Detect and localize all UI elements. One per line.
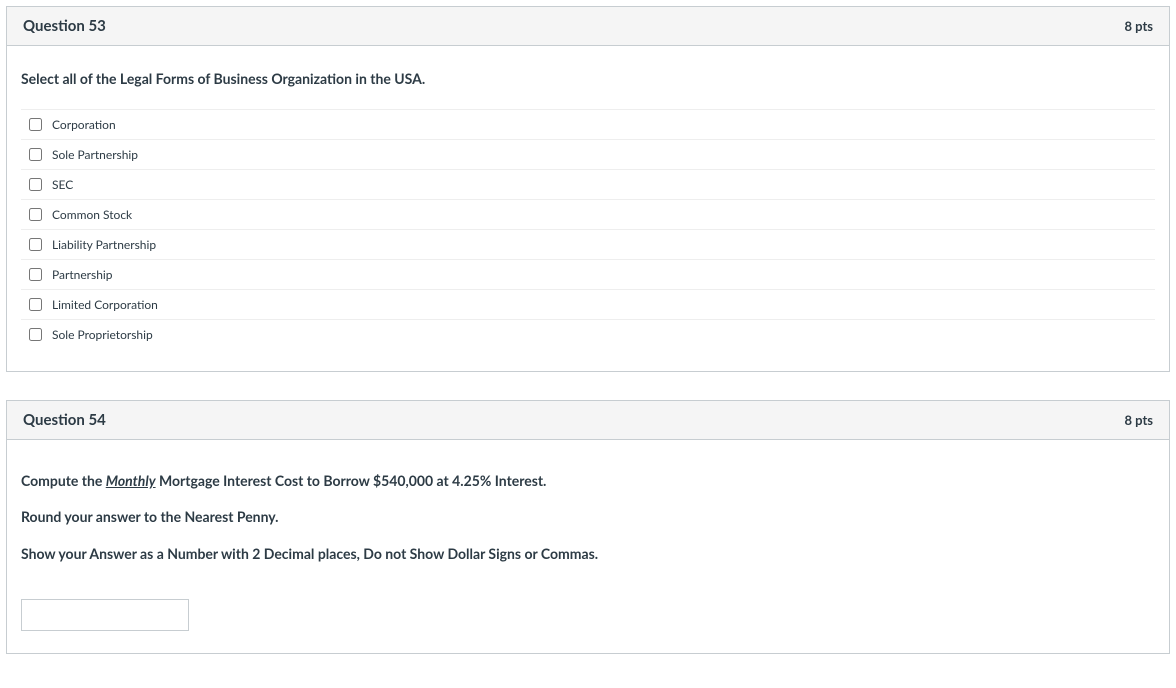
question-53-header: Question 53 8 pts — [7, 7, 1169, 46]
question-54-points: 8 pts — [1124, 412, 1153, 428]
answer-checkbox[interactable] — [29, 298, 42, 311]
prompt-monthly: Monthly — [106, 472, 156, 489]
answer-option[interactable]: Limited Corporation — [21, 290, 1155, 320]
answer-input[interactable] — [21, 599, 189, 631]
answer-checkbox[interactable] — [29, 238, 42, 251]
answer-label: Common Stock — [52, 207, 132, 222]
answer-option[interactable]: Partnership — [21, 260, 1155, 290]
question-53-prompt: Select all of the Legal Forms of Busines… — [21, 70, 1155, 87]
question-54-prompt-line2: Round your answer to the Nearest Penny. — [21, 506, 1155, 528]
answer-checkbox[interactable] — [29, 268, 42, 281]
answer-option[interactable]: Corporation — [21, 110, 1155, 140]
question-54-prompt-line3: Show your Answer as a Number with 2 Deci… — [21, 543, 1155, 565]
answer-option[interactable]: Liability Partnership — [21, 230, 1155, 260]
answer-option[interactable]: Sole Partnership — [21, 140, 1155, 170]
answer-checkbox[interactable] — [29, 208, 42, 221]
answer-label: SEC — [52, 177, 73, 192]
answer-label: Partnership — [52, 267, 113, 282]
answer-checkbox[interactable] — [29, 328, 42, 341]
question-53-points: 8 pts — [1124, 18, 1153, 34]
answer-label: Limited Corporation — [52, 297, 158, 312]
answer-option[interactable]: Sole Proprietorship — [21, 320, 1155, 349]
question-54-card: Question 54 8 pts Compute the Monthly Mo… — [6, 400, 1170, 654]
question-53-answers: Corporation Sole Partnership SEC Common … — [21, 109, 1155, 349]
answer-label: Corporation — [52, 117, 116, 132]
question-54-body: Compute the Monthly Mortgage Interest Co… — [7, 440, 1169, 653]
answer-label: Sole Proprietorship — [52, 327, 153, 342]
answer-checkbox[interactable] — [29, 148, 42, 161]
question-54-header: Question 54 8 pts — [7, 401, 1169, 440]
prompt-prefix: Compute the — [21, 472, 106, 489]
question-53-title: Question 53 — [23, 17, 106, 35]
answer-label: Liability Partnership — [52, 237, 156, 252]
answer-checkbox[interactable] — [29, 178, 42, 191]
answer-option[interactable]: Common Stock — [21, 200, 1155, 230]
prompt-suffix: Mortgage Interest Cost to Borrow $540,00… — [156, 472, 547, 489]
answer-option[interactable]: SEC — [21, 170, 1155, 200]
question-54-prompt-line1: Compute the Monthly Mortgage Interest Co… — [21, 470, 1155, 492]
question-53-body: Select all of the Legal Forms of Busines… — [7, 46, 1169, 371]
question-54-title: Question 54 — [23, 411, 106, 429]
answer-label: Sole Partnership — [52, 147, 138, 162]
answer-checkbox[interactable] — [29, 118, 42, 131]
question-53-card: Question 53 8 pts Select all of the Lega… — [6, 6, 1170, 372]
